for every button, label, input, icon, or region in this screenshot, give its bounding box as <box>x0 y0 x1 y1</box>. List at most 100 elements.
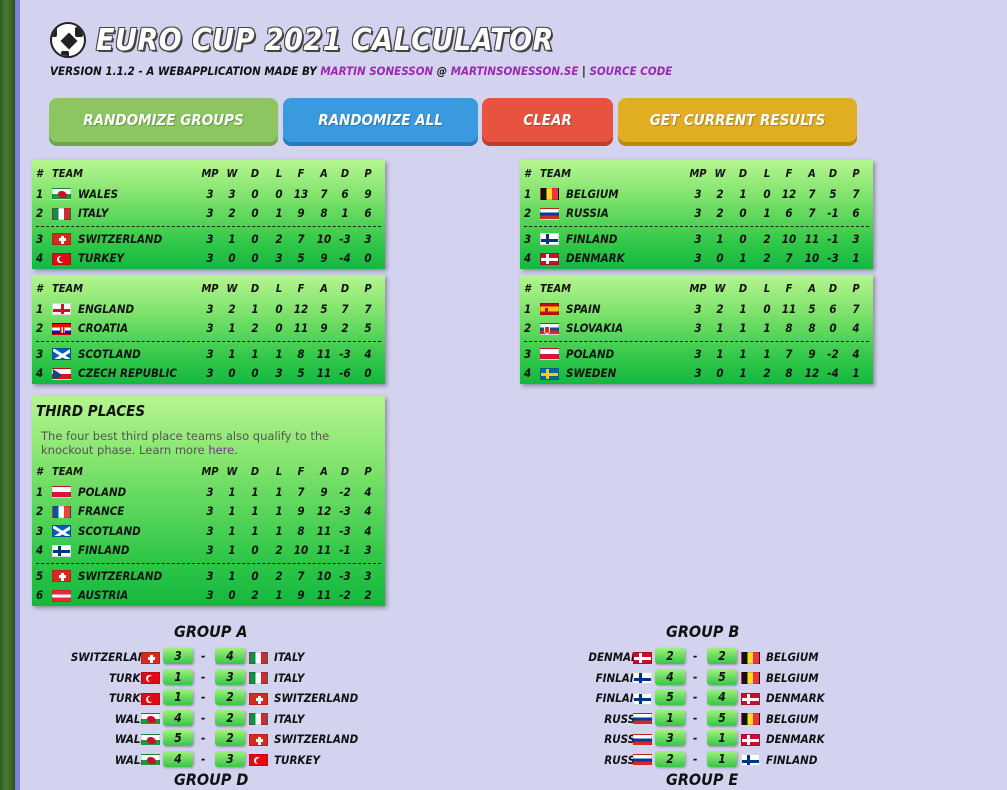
stat-d: 1 <box>739 366 747 380</box>
home-score-input[interactable]: 1 <box>163 689 193 705</box>
stat-a: 11 <box>316 588 332 602</box>
away-score-input[interactable]: 3 <box>215 750 245 767</box>
flag-cell <box>52 187 71 201</box>
group-d-fixtures-title: GROUP D <box>174 770 249 789</box>
away-score-input[interactable]: 2 <box>215 709 245 726</box>
table-row: 4 SWEDEN 3 0 1 2 8 12 -4 1 <box>520 363 873 383</box>
away-score-input[interactable]: 5 <box>707 668 737 685</box>
stat-w: 1 <box>228 231 236 246</box>
stat-mp: 3 <box>206 523 214 538</box>
away-score-input[interactable]: 1 <box>707 730 737 746</box>
stat-a: 11 <box>316 346 332 361</box>
home-score-input[interactable]: 3 <box>655 730 685 746</box>
site-link[interactable]: MARTINSONESSON.SE <box>451 64 579 78</box>
team-name: SCOTLAND <box>78 346 141 361</box>
stat-f: 10 <box>781 231 797 246</box>
match-row: WALES 4-3 TURKEY <box>115 750 323 769</box>
qualification-divider <box>36 562 381 564</box>
page-edge <box>15 0 20 790</box>
learn-more-link[interactable]: here <box>208 443 234 457</box>
score-dash: - <box>693 710 698 725</box>
home-score-input[interactable]: 4 <box>655 668 685 685</box>
qualification-divider <box>524 225 869 227</box>
stat-mp: 3 <box>206 484 214 499</box>
stat-l: 0 <box>275 301 283 316</box>
position: 3 <box>524 231 532 246</box>
flag-cell <box>52 302 71 316</box>
away-flag <box>741 753 760 767</box>
match-row: FINLAND 5-4 DENMARK <box>596 688 825 707</box>
away-score-input[interactable]: 2 <box>707 648 737 664</box>
clear-button[interactable]: CLEAR <box>482 98 613 142</box>
stat-mp: 3 <box>694 251 702 265</box>
stat-mp: 3 <box>206 568 214 583</box>
away-flag <box>249 671 268 685</box>
stat-l: 1 <box>275 523 283 538</box>
home-score-input[interactable]: 2 <box>655 750 685 767</box>
stat-w: 2 <box>716 186 724 201</box>
home-score-input[interactable]: 1 <box>163 668 193 685</box>
away-score-input[interactable]: 2 <box>215 689 245 705</box>
spain-flag-icon <box>540 303 559 315</box>
header-d: D <box>250 465 260 478</box>
stat-w: 0 <box>716 251 724 265</box>
stat-p: 6 <box>852 206 860 220</box>
position: 1 <box>36 484 44 499</box>
home-score-input[interactable]: 4 <box>163 750 193 767</box>
third-places-title: THIRD PLACES <box>36 402 146 420</box>
stat-mp: 3 <box>206 251 214 265</box>
score-dash: - <box>693 731 698 745</box>
away-score-input[interactable]: 2 <box>215 730 245 746</box>
finland-flag-icon <box>741 754 760 766</box>
stat-gd: -3 <box>339 504 351 518</box>
home-score-input[interactable]: 3 <box>163 648 193 664</box>
app-title: EURO CUP 2021 CALCULATOR <box>96 22 554 58</box>
wales-flag-icon <box>141 754 160 766</box>
denmark-flag-icon <box>741 733 760 746</box>
get-current-results-button[interactable]: GET CURRENT RESULTS <box>618 98 857 142</box>
score-dash: - <box>201 669 206 684</box>
home-score-input[interactable]: 2 <box>655 648 685 664</box>
home-score-input[interactable]: 1 <box>655 709 685 726</box>
position: 4 <box>524 366 532 380</box>
away-score-input[interactable]: 4 <box>215 648 245 664</box>
stat-gd: 6 <box>829 301 837 316</box>
randomize-all-button[interactable]: RANDOMIZE ALL <box>283 98 478 142</box>
away-team: ITALY <box>274 711 305 726</box>
header-w: W <box>226 167 238 180</box>
stat-f: 7 <box>297 231 305 246</box>
team-name: FRANCE <box>78 504 125 518</box>
stat-f: 5 <box>297 366 305 380</box>
stat-mp: 3 <box>694 206 702 220</box>
table-row: 2 RUSSIA 3 2 0 1 6 7 -1 6 <box>520 203 873 223</box>
away-score-input[interactable]: 5 <box>707 709 737 726</box>
stat-a: 9 <box>320 484 328 499</box>
away-score-input[interactable]: 1 <box>707 750 737 767</box>
away-score-input[interactable]: 3 <box>215 668 245 685</box>
header-p: P <box>364 282 372 295</box>
home-score-input[interactable]: 5 <box>655 689 685 705</box>
source-code-link[interactable]: SOURCE CODE <box>589 64 672 78</box>
position: 4 <box>36 251 44 265</box>
stat-p: 4 <box>852 321 860 335</box>
position: 1 <box>36 186 44 201</box>
group-table: # TEAM MP W D L F A D P 1 SPAIN 3 2 1 0 11 5 6 7 2 SLOVAKIA 3 1… <box>520 275 873 384</box>
home-flag <box>633 732 652 746</box>
header-f: F <box>297 465 305 478</box>
third-places-panel: THIRD PLACES The four best third place t… <box>32 396 385 606</box>
away-score-input[interactable]: 4 <box>707 689 737 705</box>
stat-p: 1 <box>852 366 860 380</box>
stat-gd: -1 <box>339 543 351 557</box>
author-link[interactable]: MARTIN SONESSON <box>320 64 433 78</box>
table-row: 3 FINLAND 3 1 0 2 10 11 -1 3 <box>520 229 873 249</box>
header-l: L <box>275 465 283 478</box>
stat-p: 9 <box>364 186 372 201</box>
stat-p: 7 <box>852 301 860 316</box>
match-row: TURKEY 1-3 ITALY <box>109 668 323 687</box>
stat-mp: 3 <box>694 346 702 361</box>
home-score-input[interactable]: 4 <box>163 709 193 726</box>
home-score-input[interactable]: 5 <box>163 730 193 746</box>
header-team: TEAM <box>52 282 84 295</box>
at-sign: @ <box>436 64 448 78</box>
randomize-groups-button[interactable]: RANDOMIZE GROUPS <box>49 98 278 142</box>
